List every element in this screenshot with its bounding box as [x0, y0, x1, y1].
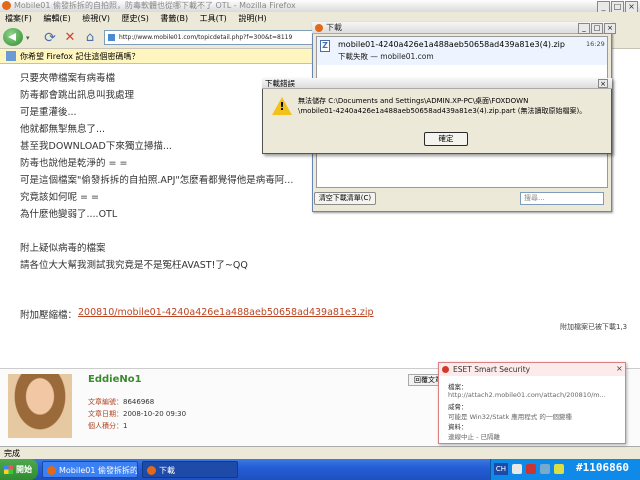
- firefox-icon: [2, 1, 11, 10]
- post-line: 請各位大大幫我測試我究竟是不是冤枉AVAST!了~QQ: [20, 260, 248, 271]
- key-icon: [6, 51, 16, 61]
- post-line: 可是這個檔案"偷發拆拆的自拍照.APJ"怎麼看都覺得他是病毒阿...: [20, 175, 294, 186]
- eset-threat-value: 可能是 Win32/Statk 應用程式 的一個變種: [448, 413, 572, 421]
- author-score: 個人積分：1: [88, 421, 127, 431]
- post-line: 防毒都會跳出訊息叫我處理: [20, 90, 135, 101]
- window-titlebar: Mobile01 偷發拆拆的自拍照，防毒軟體也從哪下載不了 OTL - Mozi…: [0, 0, 640, 12]
- eset-close-icon[interactable]: ×: [616, 365, 624, 373]
- author-posts: 文章編號：8646968: [88, 397, 154, 407]
- menu-tools[interactable]: 工具(T): [200, 14, 227, 23]
- downloads-minimize-button[interactable]: _: [578, 23, 590, 34]
- download-filename: mobile01-4240a426e1a488aeb50658ad439a81e…: [338, 40, 565, 49]
- author-name[interactable]: EddieNo1: [88, 374, 142, 385]
- attachment-link[interactable]: 200810/mobile01-4240a426e1a488aeb50658ad…: [78, 307, 374, 318]
- warning-exclamation-icon: !: [279, 100, 285, 113]
- error-close-icon[interactable]: ×: [598, 79, 608, 88]
- menu-edit[interactable]: 編輯(E): [43, 14, 70, 23]
- window-title: Mobile01 偷發拆拆的自拍照，防毒軟體也從哪下載不了 OTL - Mozi…: [14, 1, 296, 10]
- error-dialog-title: 下載錯誤: [262, 78, 612, 89]
- menu-help[interactable]: 說明(H): [238, 14, 266, 23]
- author-score-value: 1: [123, 422, 128, 430]
- address-bar[interactable]: http://www.mobile01.com/topicdetail.php?…: [104, 30, 324, 45]
- antivirus-tray-icon[interactable]: [526, 464, 536, 474]
- clear-list-button[interactable]: 清空下載清單(C): [314, 192, 376, 205]
- error-message-line2: \mobile01-4240a426e1a488aeb50658ad439a81…: [298, 107, 587, 115]
- network-icon[interactable]: [540, 464, 550, 474]
- downloads-maximize-button[interactable]: □: [591, 23, 603, 34]
- attachment-label: 附加壓縮檔：: [20, 310, 78, 321]
- post-line: 防毒也說他是乾淨的 = =: [20, 158, 128, 169]
- taskbar-item-downloads[interactable]: 下載: [142, 461, 238, 478]
- menu-view[interactable]: 檢視(V): [82, 14, 110, 23]
- start-button[interactable]: 開始: [0, 459, 38, 480]
- downloads-search-input[interactable]: 搜尋...: [520, 192, 604, 205]
- downloads-controls: _ □ ×: [578, 23, 640, 34]
- keyboard-icon[interactable]: [512, 464, 522, 474]
- home-icon[interactable]: ⌂: [82, 30, 98, 46]
- author-time-label: 文章日期：: [88, 410, 123, 418]
- reload-icon[interactable]: ⟳: [42, 30, 58, 46]
- post-line: 他就都無掣無息了...: [20, 124, 106, 135]
- language-indicator[interactable]: CH: [494, 463, 508, 475]
- error-message-line1: 無法儲存 C:\Documents and Settings\ADMIN.XP-…: [298, 97, 529, 105]
- post-line: 附上疑似病毒的檔案: [20, 243, 106, 254]
- infobar-text: 你希望 Firefox 記住這個密碼嗎？: [20, 52, 140, 61]
- password-notification-bar: 你希望 Firefox 記住這個密碼嗎？: [0, 49, 320, 64]
- post-line: 只要夾帶檔案有病毒檔: [20, 73, 116, 84]
- back-arrow-icon[interactable]: [3, 28, 23, 46]
- download-time: 16:29: [586, 40, 605, 48]
- forward-dropdown-icon[interactable]: ▾: [26, 34, 33, 42]
- eset-info-value: 連線中止 - 已隔離: [448, 433, 500, 441]
- author-posts-value: 8646968: [123, 398, 155, 406]
- eset-threat-label: 威脅：: [448, 403, 468, 411]
- ok-button[interactable]: 確定: [424, 132, 468, 146]
- status-bar: 完成: [0, 446, 640, 459]
- download-status: 下載失敗 — mobile01.com: [338, 52, 434, 61]
- attachment-download-count: 附加檔案已被下載1,3: [560, 323, 628, 331]
- menu-bookmarks[interactable]: 書籤(B): [160, 14, 188, 23]
- post-line: 為什麼他變弱了....OTL: [20, 209, 118, 220]
- downloads-titlebar: 下載: [312, 22, 612, 34]
- author-score-label: 個人積分：: [88, 422, 123, 430]
- zip-file-icon: Z: [320, 40, 330, 52]
- eset-object-value: http://attach2.mobile01.com/attach/20081…: [448, 391, 606, 399]
- eset-info-label: 資料：: [448, 423, 468, 431]
- menu-file[interactable]: 檔案(F): [5, 14, 32, 23]
- author-time: 文章日期：2008-10-20 09:30: [88, 409, 186, 419]
- menu-history[interactable]: 歷史(S): [122, 14, 149, 23]
- post-line: 甚至我DOWNLOAD下來獨立掃描...: [20, 141, 172, 152]
- downloads-title: 下載: [326, 23, 342, 32]
- author-posts-label: 文章編號：: [88, 398, 123, 406]
- eset-title: ESET Smart Security: [439, 363, 625, 376]
- stop-icon[interactable]: ✕: [62, 30, 78, 46]
- volume-icon[interactable]: [554, 464, 564, 474]
- downloads-close-button[interactable]: ×: [604, 23, 616, 34]
- author-time-value: 2008-10-20 09:30: [123, 410, 187, 418]
- eset-object-label: 檔案：: [448, 383, 468, 391]
- taskbar-item-firefox[interactable]: Mobile01 偷發拆拆的自...: [42, 461, 138, 478]
- watermark-id: #1106860: [576, 461, 629, 474]
- avatar[interactable]: [8, 374, 72, 438]
- post-line: 可是重灌後...: [20, 107, 77, 118]
- post-line: 究竟該如何呢 = =: [20, 192, 99, 203]
